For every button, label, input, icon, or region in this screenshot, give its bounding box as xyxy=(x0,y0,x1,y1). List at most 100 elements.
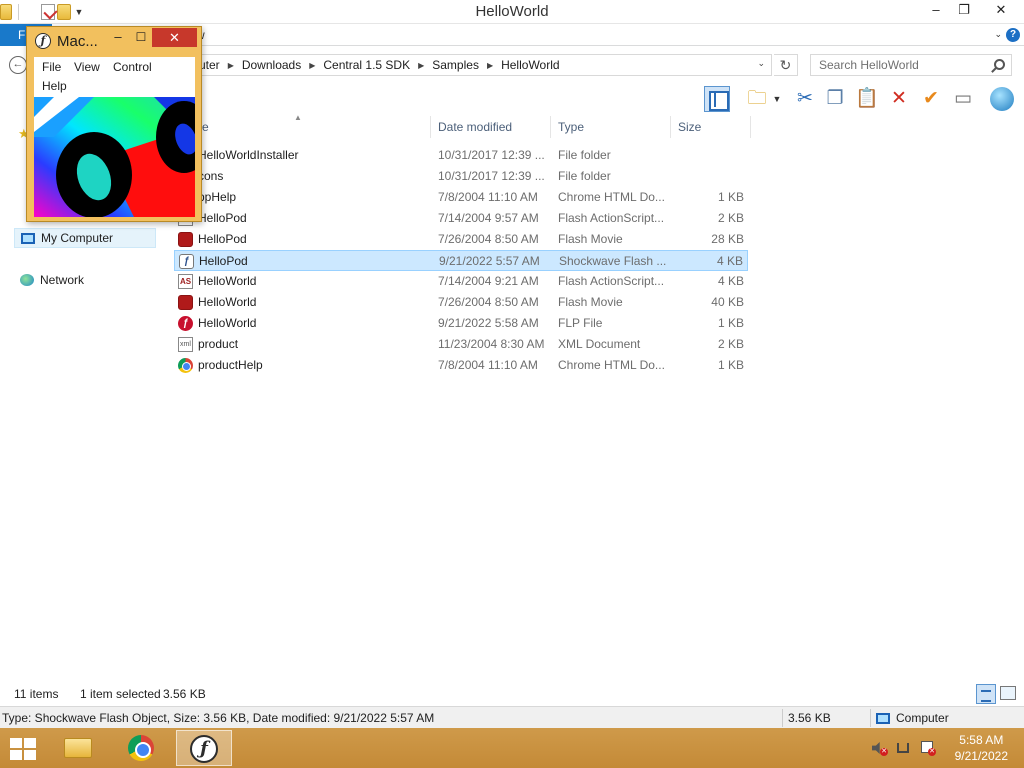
computer-icon xyxy=(21,232,35,244)
copy-icon[interactable]: ❐ xyxy=(822,86,848,112)
flash-window-title-bar[interactable]: ƒ Mac... – ☐ ✕ xyxy=(27,27,203,55)
taskbar-flash-player[interactable]: ƒ xyxy=(176,730,232,766)
help-icon[interactable]: ? xyxy=(1006,28,1020,42)
breadcrumb-item[interactable]: uter xyxy=(199,58,220,72)
clock[interactable]: 5:58 AM 9/21/2022 xyxy=(955,732,1008,764)
column-divider[interactable] xyxy=(750,116,751,138)
details-view-icon[interactable] xyxy=(976,684,996,704)
table-row[interactable]: HelloWorldInstaller 10/31/2017 12:39 ... F… xyxy=(174,145,748,166)
menu-item-file[interactable]: File xyxy=(42,60,61,74)
table-row[interactable]: productHelp 7/8/2004 11:10 AM Chrome HTML … xyxy=(174,355,748,376)
start-button[interactable] xyxy=(10,738,38,760)
table-row[interactable]: ƒ HelloWorld 9/21/2022 5:58 AM FLP File 1 KB xyxy=(174,313,748,334)
chevron-right-icon[interactable]: ▶ xyxy=(487,61,493,70)
table-row[interactable]: HelloPod 7/26/2004 8:50 AM Flash Movie 28 K… xyxy=(174,229,748,250)
minimize-button[interactable]: – xyxy=(922,0,950,22)
large-icons-view-icon[interactable] xyxy=(1000,686,1016,700)
system-tray: ✕ ✕ xyxy=(872,740,936,756)
maximize-button[interactable]: ❐ xyxy=(950,0,978,22)
flash-movie-canvas[interactable] xyxy=(34,97,195,217)
refresh-icon[interactable]: ↻ xyxy=(774,54,798,76)
column-divider[interactable] xyxy=(670,116,671,138)
chevron-right-icon[interactable]: ▶ xyxy=(228,61,234,70)
close-button[interactable]: ✕ xyxy=(978,0,1024,22)
dropdown-arrow-icon[interactable]: ▼ xyxy=(770,86,784,112)
sidebar-item-network[interactable]: Network xyxy=(14,270,156,290)
volume-muted-icon[interactable]: ✕ xyxy=(872,740,888,756)
file-name: HelloPod xyxy=(198,232,247,246)
actionscript-icon: AS xyxy=(178,274,193,289)
file-size: 2 KB xyxy=(717,337,744,351)
computer-icon xyxy=(876,712,890,724)
flash-icon: ƒ xyxy=(178,316,193,331)
taskbar-chrome[interactable] xyxy=(114,730,170,766)
chevron-right-icon[interactable]: ▶ xyxy=(309,61,315,70)
paste-icon[interactable]: 📋 xyxy=(854,86,880,112)
cut-icon[interactable]: ✂ xyxy=(792,86,818,112)
action-center-icon[interactable]: ✕ xyxy=(920,740,936,756)
menu-item-help[interactable]: Help xyxy=(42,79,67,93)
preview-pane-icon[interactable] xyxy=(704,86,730,112)
sidebar-item-label: Network xyxy=(40,273,85,287)
folder-options-icon[interactable]: 🗀 xyxy=(744,86,770,112)
flash-movie-graphic xyxy=(34,97,195,217)
column-divider[interactable] xyxy=(430,116,431,138)
flash-movie-icon xyxy=(178,232,193,247)
network-status-icon[interactable] xyxy=(896,740,912,756)
windows-logo-icon xyxy=(24,738,36,748)
file-type: Flash ActionScript... xyxy=(558,211,665,225)
file-type: Flash ActionScript... xyxy=(558,274,665,288)
table-row[interactable]: HelloWorld 7/26/2004 8:50 AM Flash Movie 40… xyxy=(174,292,748,313)
file-type: XML Document xyxy=(558,337,641,351)
table-row[interactable]: xml product 11/23/2004 8:30 AM XML Document… xyxy=(174,334,748,355)
search-input[interactable]: Search HelloWorld xyxy=(810,54,1012,76)
selection-count: 1 item selected xyxy=(80,687,161,701)
breadcrumb-item[interactable]: Central 1.5 SDK xyxy=(323,58,410,72)
table-row[interactable]: cons 10/31/2017 12:39 ... File folder xyxy=(174,166,748,187)
file-size: 4 KB xyxy=(717,274,744,288)
menu-item-view[interactable]: View xyxy=(74,60,100,74)
command-toolbar: 🗀 ▼ ✂ ❐ 📋 ✕ ✔ ▭ xyxy=(700,82,1024,116)
taskbar-file-explorer[interactable] xyxy=(50,730,106,766)
table-row[interactable]: ƒ HelloPod 9/21/2022 5:57 AM Shockwave Flas… xyxy=(174,250,748,271)
search-icon[interactable] xyxy=(994,59,1005,70)
column-header-date[interactable]: Date modified xyxy=(438,120,512,134)
details-text: Type: Shockwave Flash Object, Size: 3.56… xyxy=(2,711,435,725)
sidebar-item-my-computer[interactable]: My Computer xyxy=(14,228,156,248)
chrome-icon xyxy=(128,735,154,761)
flash-player-window[interactable]: ƒ Mac... – ☐ ✕ File View Control Help xyxy=(26,26,202,222)
chevron-down-icon[interactable]: ⌄ xyxy=(994,29,1002,40)
flash-close-button[interactable]: ✕ xyxy=(152,28,197,47)
file-date-modified: 7/8/2004 11:10 AM xyxy=(438,358,538,372)
table-row[interactable]: ppHelp 7/8/2004 11:10 AM Chrome HTML Do...… xyxy=(174,187,748,208)
file-size: 28 KB xyxy=(711,232,744,246)
column-header-name[interactable]: e xyxy=(202,120,209,134)
column-header-size[interactable]: Size xyxy=(678,120,701,134)
chevron-right-icon[interactable]: ▶ xyxy=(418,61,424,70)
rename-icon[interactable]: ▭ xyxy=(950,86,976,112)
flash-minimize-button[interactable]: – xyxy=(107,29,129,44)
windows-logo-icon xyxy=(10,750,22,760)
address-history-dropdown-icon[interactable]: ⌄ xyxy=(757,58,765,69)
delete-icon[interactable]: ✕ xyxy=(886,86,912,112)
breadcrumb-item[interactable]: HelloWorld xyxy=(501,58,559,72)
table-row[interactable]: ASHelloPod7/14/2004 9:57 AMFlash ActionS… xyxy=(174,208,748,229)
column-divider[interactable] xyxy=(550,116,551,138)
table-row[interactable]: AS HelloWorld 7/14/2004 9:21 AM Flash Actio… xyxy=(174,271,748,292)
file-name: product xyxy=(198,337,239,351)
breadcrumb-item[interactable]: Downloads xyxy=(242,58,301,72)
checkmark-icon[interactable]: ✔ xyxy=(918,86,944,112)
file-size: 4 KB xyxy=(716,254,743,268)
file-name: productHelp xyxy=(198,358,263,372)
file-size: 2 KB xyxy=(717,211,744,225)
globe-icon[interactable] xyxy=(990,87,1014,111)
back-arrow-icon[interactable]: ← xyxy=(9,56,27,74)
flash-maximize-button[interactable]: ☐ xyxy=(131,30,151,44)
file-type: Shockwave Flash ... xyxy=(559,254,667,268)
address-bar[interactable]: uter ▶ Downloads ▶ Central 1.5 SDK ▶ Sam… xyxy=(188,54,772,76)
file-date-modified: 7/26/2004 8:50 AM xyxy=(438,232,539,246)
xml-icon: xml xyxy=(178,337,193,352)
menu-item-control[interactable]: Control xyxy=(113,60,152,74)
column-header-type[interactable]: Type xyxy=(558,120,584,134)
breadcrumb-item[interactable]: Samples xyxy=(432,58,479,72)
